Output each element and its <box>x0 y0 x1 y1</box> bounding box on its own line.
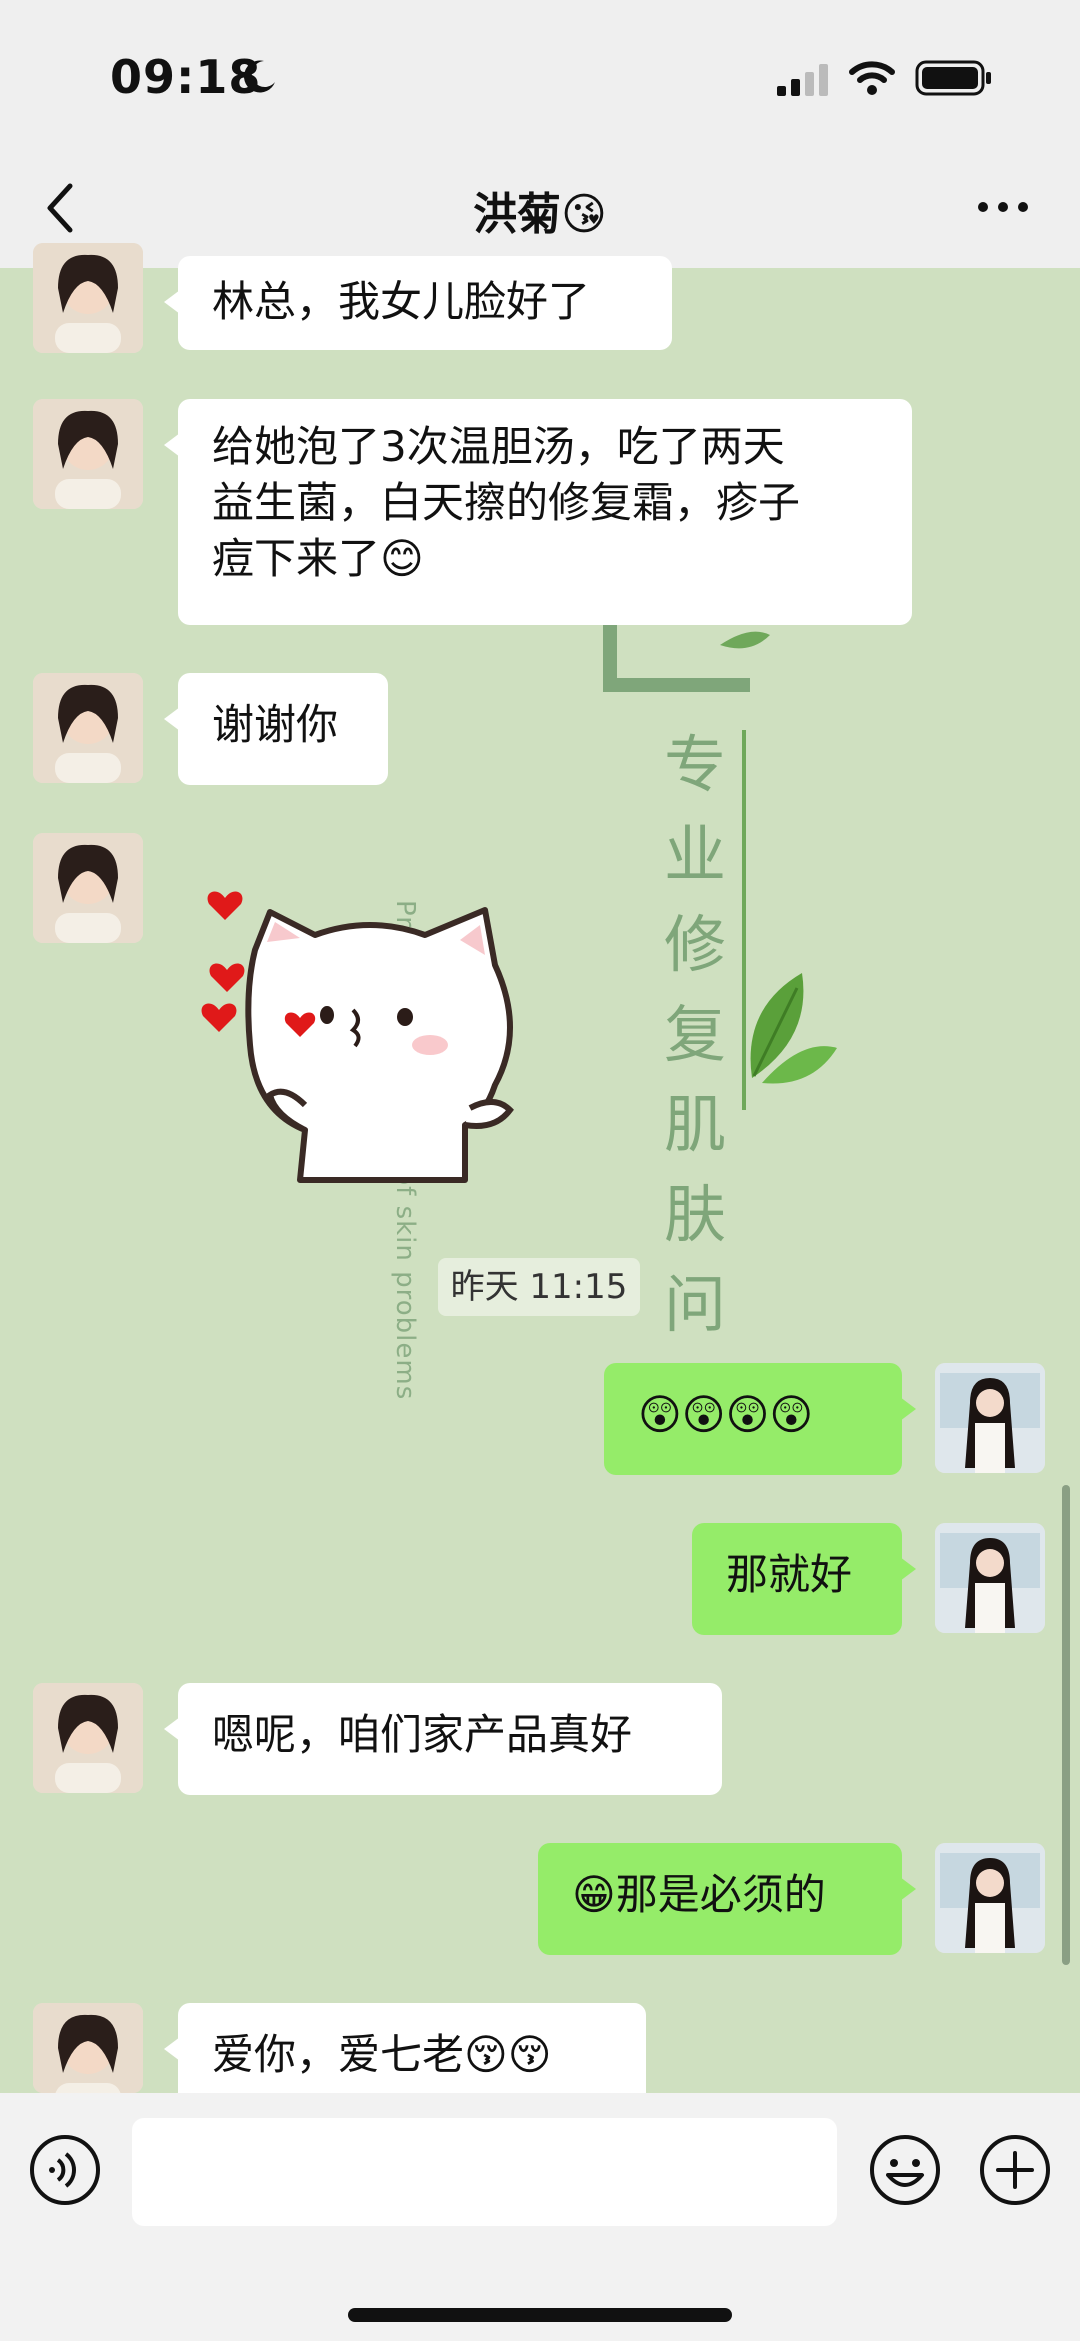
cellular-signal-icon <box>777 64 828 96</box>
message-bubble[interactable]: 给她泡了3次温胆汤，吃了两天 益生菌，白天擦的修复霜，疹子 痘下来了😊 <box>164 399 912 625</box>
avatar-self[interactable] <box>935 1843 1045 1953</box>
heart-icon <box>207 891 243 920</box>
avatar-self[interactable] <box>935 1363 1045 1473</box>
avatar-contact[interactable] <box>33 673 143 783</box>
message-bubble[interactable]: 爱你，爱七老😚😚 <box>164 2003 646 2093</box>
message-bubble[interactable]: 😲😲😲😲 <box>604 1363 916 1475</box>
message-text: 😲😲😲😲 <box>638 1390 814 1439</box>
moon-icon <box>243 60 275 93</box>
message-text: 那就好 <box>726 1550 853 1599</box>
message-bubble[interactable]: 嗯呢，咱们家产品真好 <box>164 1683 722 1795</box>
message-text: 😁那是必须的 <box>572 1870 826 1919</box>
voice-input-icon[interactable] <box>28 2133 102 2207</box>
timestamp-divider: 昨天 11:15 <box>438 1258 640 1316</box>
more-options-icon[interactable] <box>975 195 1031 219</box>
emoji-icon[interactable] <box>868 2133 942 2207</box>
message-text: 给她泡了3次温胆汤，吃了两天 <box>212 422 785 471</box>
add-attachment-icon[interactable] <box>978 2133 1052 2207</box>
avatar-contact[interactable] <box>33 399 143 509</box>
avatar-contact[interactable] <box>33 833 143 943</box>
chat-title: 洪菊😘 <box>473 189 607 240</box>
message-text: 益生菌，白天擦的修复霜，疹子 <box>212 478 801 527</box>
message-text: 爱你，爱七老😚😚 <box>212 2030 552 2079</box>
message-input[interactable] <box>132 2118 837 2226</box>
watermark-logo-shape <box>603 625 770 692</box>
chat-scrollbar[interactable] <box>1062 1485 1070 1965</box>
message-bubble[interactable]: 林总，我女儿脸好了 <box>164 256 672 350</box>
avatar-contact[interactable] <box>33 243 143 353</box>
avatar-self[interactable] <box>935 1523 1045 1633</box>
wifi-icon <box>849 61 895 95</box>
leaf-icon <box>750 973 837 1084</box>
message-text: 嗯呢，咱们家产品真好 <box>212 1710 633 1759</box>
message-text: 痘下来了😊 <box>212 534 424 583</box>
message-text: 林总，我女儿脸好了 <box>212 277 591 326</box>
avatar-contact[interactable] <box>33 1683 143 1793</box>
heart-icon <box>209 963 245 992</box>
message-bubble[interactable]: 谢谢你 <box>164 673 388 785</box>
battery-icon <box>915 60 991 96</box>
cat-sticker[interactable] <box>195 880 545 1185</box>
message-text: 谢谢你 <box>212 700 339 749</box>
message-bubble[interactable]: 😁那是必须的 <box>538 1843 916 1955</box>
watermark-cn-text: 专业修复肌肤问题 <box>663 728 726 1431</box>
heart-icon <box>201 1003 237 1032</box>
home-indicator[interactable] <box>348 2308 732 2322</box>
message-bubble[interactable]: 那就好 <box>692 1523 916 1635</box>
clock-time: 09:18 <box>110 50 262 104</box>
avatar-contact[interactable] <box>33 2003 143 2093</box>
